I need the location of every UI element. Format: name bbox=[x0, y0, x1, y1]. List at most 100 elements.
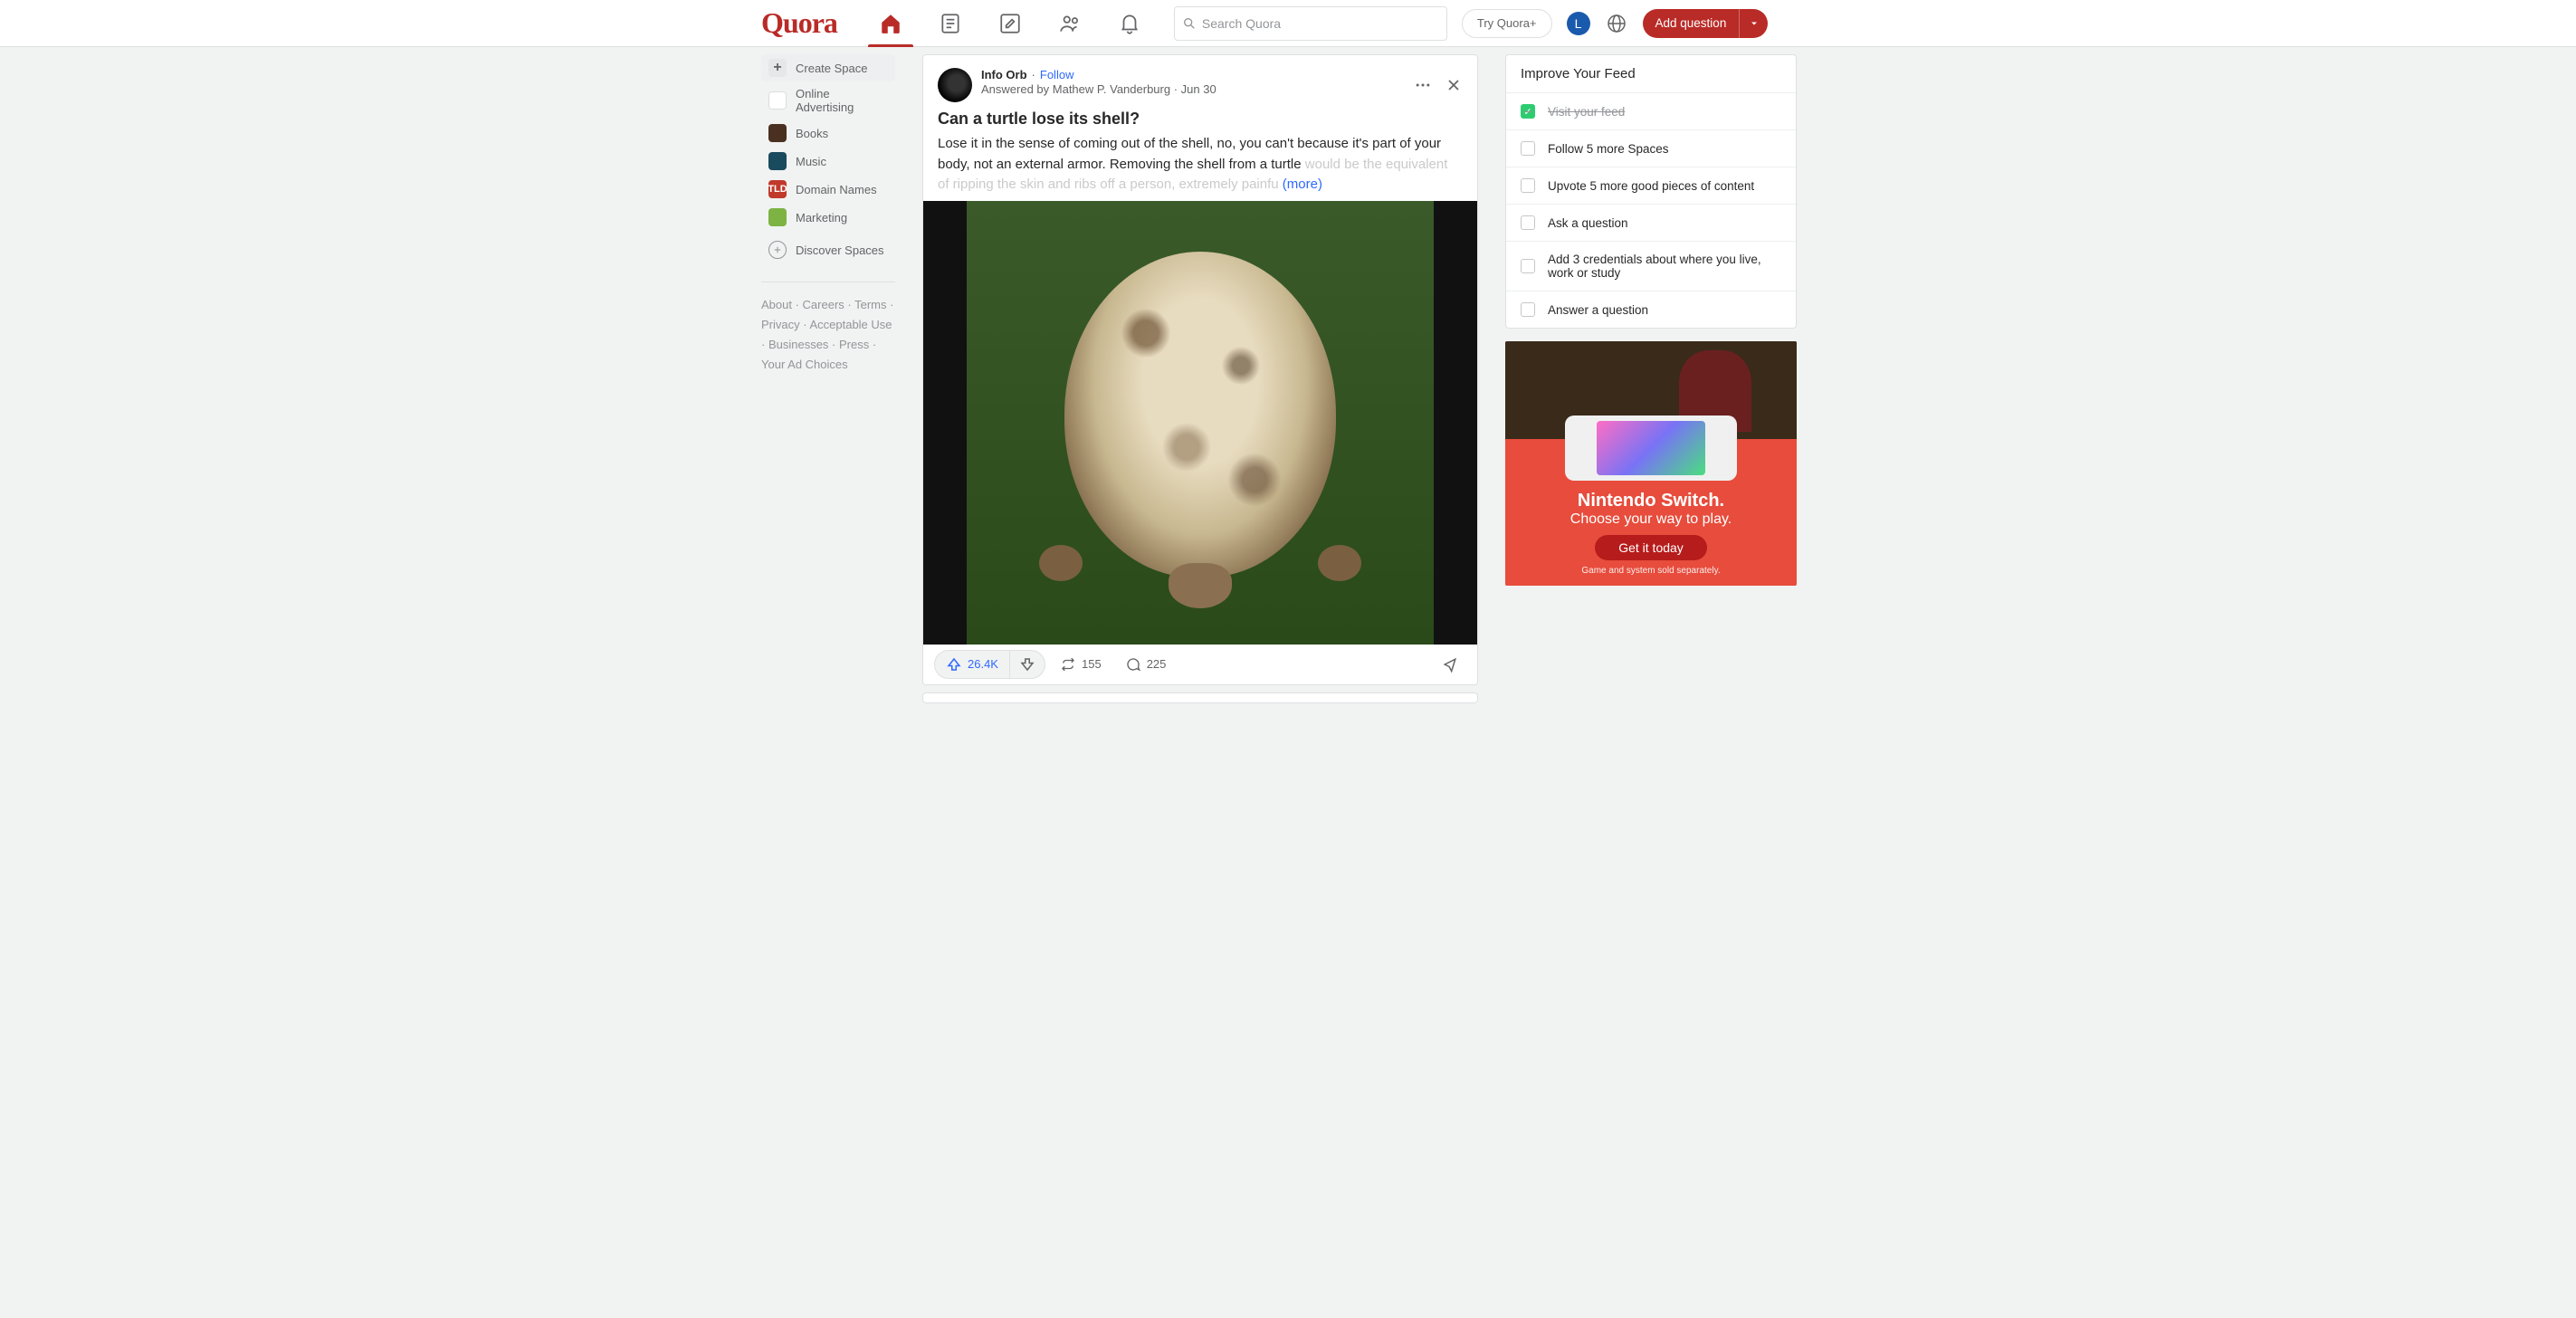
sidebar-item-music[interactable]: Music bbox=[761, 148, 895, 175]
footer-ad-choices[interactable]: Your Ad Choices bbox=[761, 358, 848, 371]
share-icon bbox=[1441, 655, 1459, 673]
task-add-credentials[interactable]: Add 3 credentials about where you live, … bbox=[1506, 242, 1796, 291]
search-wrap bbox=[1174, 6, 1447, 41]
sidebar-item-online-advertising[interactable]: Online Advertising bbox=[761, 82, 895, 119]
author-avatar[interactable] bbox=[938, 68, 972, 102]
sidebar-item-label: Online Advertising bbox=[796, 87, 888, 114]
left-sidebar: + Create Space Online Advertising Books … bbox=[761, 54, 910, 711]
notifications-tab[interactable] bbox=[1100, 0, 1159, 47]
footer-businesses[interactable]: Businesses bbox=[768, 338, 828, 351]
task-label: Upvote 5 more good pieces of content bbox=[1548, 179, 1754, 193]
comment-button[interactable]: 225 bbox=[1116, 656, 1176, 673]
header: Quora Try Quora+ L bbox=[0, 0, 2576, 47]
language-button[interactable] bbox=[1605, 12, 1628, 35]
compass-icon bbox=[768, 241, 787, 259]
space-icon bbox=[768, 208, 787, 226]
advertisement[interactable]: NINTENDO SWITCH ▷✕ Nintendo Switch. Choo… bbox=[1505, 341, 1797, 586]
task-visit-feed[interactable]: ✓ Visit your feed bbox=[1506, 93, 1796, 130]
answered-line: Answered by Mathew P. Vanderburg · Jun 3… bbox=[981, 82, 1414, 96]
task-label: Answer a question bbox=[1548, 303, 1648, 317]
task-follow-spaces[interactable]: Follow 5 more Spaces bbox=[1506, 130, 1796, 167]
answer-card: Info Orb · Follow Answered by Mathew P. … bbox=[922, 54, 1478, 685]
improve-feed-panel: Improve Your Feed ✓ Visit your feed Foll… bbox=[1505, 54, 1797, 329]
reshare-icon bbox=[1060, 656, 1076, 673]
plus-icon: + bbox=[768, 59, 787, 77]
header-inner: Quora Try Quora+ L bbox=[761, 0, 1815, 47]
more-link[interactable]: (more) bbox=[1283, 177, 1322, 192]
separator: · bbox=[1032, 68, 1035, 81]
ad-cta-button[interactable]: Get it today bbox=[1595, 535, 1707, 560]
answer-image[interactable] bbox=[923, 201, 1477, 645]
footer-about[interactable]: About bbox=[761, 298, 792, 311]
task-upvote[interactable]: Upvote 5 more good pieces of content bbox=[1506, 167, 1796, 205]
share-button[interactable] bbox=[1434, 655, 1466, 673]
checkbox-icon bbox=[1521, 215, 1535, 230]
footer-press[interactable]: Press bbox=[839, 338, 869, 351]
answer-tab[interactable] bbox=[980, 0, 1040, 47]
footer-links: About · Careers · Terms · Privacy · Acce… bbox=[761, 295, 895, 375]
try-quora-plus-button[interactable]: Try Quora+ bbox=[1462, 9, 1552, 38]
task-label: Visit your feed bbox=[1548, 105, 1625, 119]
add-question-button[interactable]: Add question bbox=[1643, 9, 1740, 38]
home-tab[interactable] bbox=[861, 0, 921, 47]
globe-icon bbox=[1606, 13, 1627, 34]
discover-spaces-button[interactable]: Discover Spaces bbox=[761, 234, 895, 265]
question-title[interactable]: Can a turtle lose its shell? bbox=[923, 102, 1477, 132]
close-icon[interactable] bbox=[1445, 76, 1463, 94]
follow-link[interactable]: Follow bbox=[1040, 68, 1074, 81]
upvote-button[interactable]: 26.4K bbox=[935, 651, 1010, 678]
task-label: Add 3 credentials about where you live, … bbox=[1548, 253, 1781, 280]
add-question-dropdown[interactable] bbox=[1739, 9, 1768, 38]
answered-prefix: Answered by bbox=[981, 82, 1053, 96]
search-input[interactable] bbox=[1202, 16, 1439, 31]
ad-product-image bbox=[1565, 415, 1737, 481]
comment-icon bbox=[1125, 656, 1141, 673]
sidebar-item-books[interactable]: Books bbox=[761, 119, 895, 147]
user-avatar[interactable]: L bbox=[1567, 12, 1590, 35]
task-answer-question[interactable]: Answer a question bbox=[1506, 291, 1796, 328]
space-icon: TLD bbox=[768, 180, 787, 198]
ad-title: Nintendo Switch. bbox=[1505, 490, 1797, 511]
task-ask-question[interactable]: Ask a question bbox=[1506, 205, 1796, 242]
main-container: + Create Space Online Advertising Books … bbox=[761, 47, 1815, 711]
feed-column: Info Orb · Follow Answered by Mathew P. … bbox=[922, 54, 1478, 711]
add-question-group: Add question bbox=[1643, 9, 1769, 38]
author-meta: Info Orb · Follow Answered by Mathew P. … bbox=[981, 68, 1414, 102]
card-footer: 26.4K 155 225 bbox=[923, 645, 1477, 684]
footer-careers[interactable]: Careers bbox=[803, 298, 844, 311]
checkmark-icon: ✓ bbox=[1521, 104, 1535, 119]
downvote-icon bbox=[1019, 656, 1035, 673]
create-space-button[interactable]: + Create Space bbox=[761, 54, 895, 81]
footer-acceptable-use[interactable]: Acceptable Use bbox=[809, 318, 892, 331]
more-icon[interactable] bbox=[1414, 76, 1432, 94]
footer-privacy[interactable]: Privacy bbox=[761, 318, 800, 331]
author-name[interactable]: Info Orb bbox=[981, 68, 1027, 81]
search-box[interactable] bbox=[1174, 6, 1447, 41]
spaces-tab[interactable] bbox=[1040, 0, 1100, 47]
card-header: Info Orb · Follow Answered by Mathew P. … bbox=[923, 55, 1477, 102]
chevron-down-icon bbox=[1749, 18, 1760, 29]
people-icon bbox=[1058, 12, 1082, 35]
downvote-button[interactable] bbox=[1010, 651, 1045, 678]
footer-terms[interactable]: Terms bbox=[854, 298, 886, 311]
upvote-count: 26.4K bbox=[968, 657, 998, 671]
improve-feed-title: Improve Your Feed bbox=[1506, 55, 1796, 93]
sidebar-item-domain-names[interactable]: TLD Domain Names bbox=[761, 176, 895, 203]
sidebar-item-label: Books bbox=[796, 127, 828, 140]
ad-subtitle: Choose your way to play. bbox=[1505, 511, 1797, 528]
list-icon bbox=[939, 12, 962, 35]
upvote-icon bbox=[946, 656, 962, 673]
ad-fine-print: Game and system sold separately. bbox=[1505, 566, 1797, 576]
reshare-button[interactable]: 155 bbox=[1051, 656, 1111, 673]
answer-date[interactable]: Jun 30 bbox=[1181, 82, 1216, 96]
reshare-count: 155 bbox=[1082, 657, 1102, 671]
turtle-photo bbox=[967, 201, 1434, 645]
answerer-name[interactable]: Mathew P. Vanderburg bbox=[1053, 82, 1170, 96]
quora-logo[interactable]: Quora bbox=[761, 6, 837, 40]
following-tab[interactable] bbox=[921, 0, 980, 47]
answer-body[interactable]: Lose it in the sense of coming out of th… bbox=[923, 132, 1477, 201]
pencil-icon bbox=[998, 12, 1022, 35]
next-card-peek bbox=[922, 692, 1478, 703]
sidebar-item-marketing[interactable]: Marketing bbox=[761, 204, 895, 231]
checkbox-icon bbox=[1521, 259, 1535, 273]
